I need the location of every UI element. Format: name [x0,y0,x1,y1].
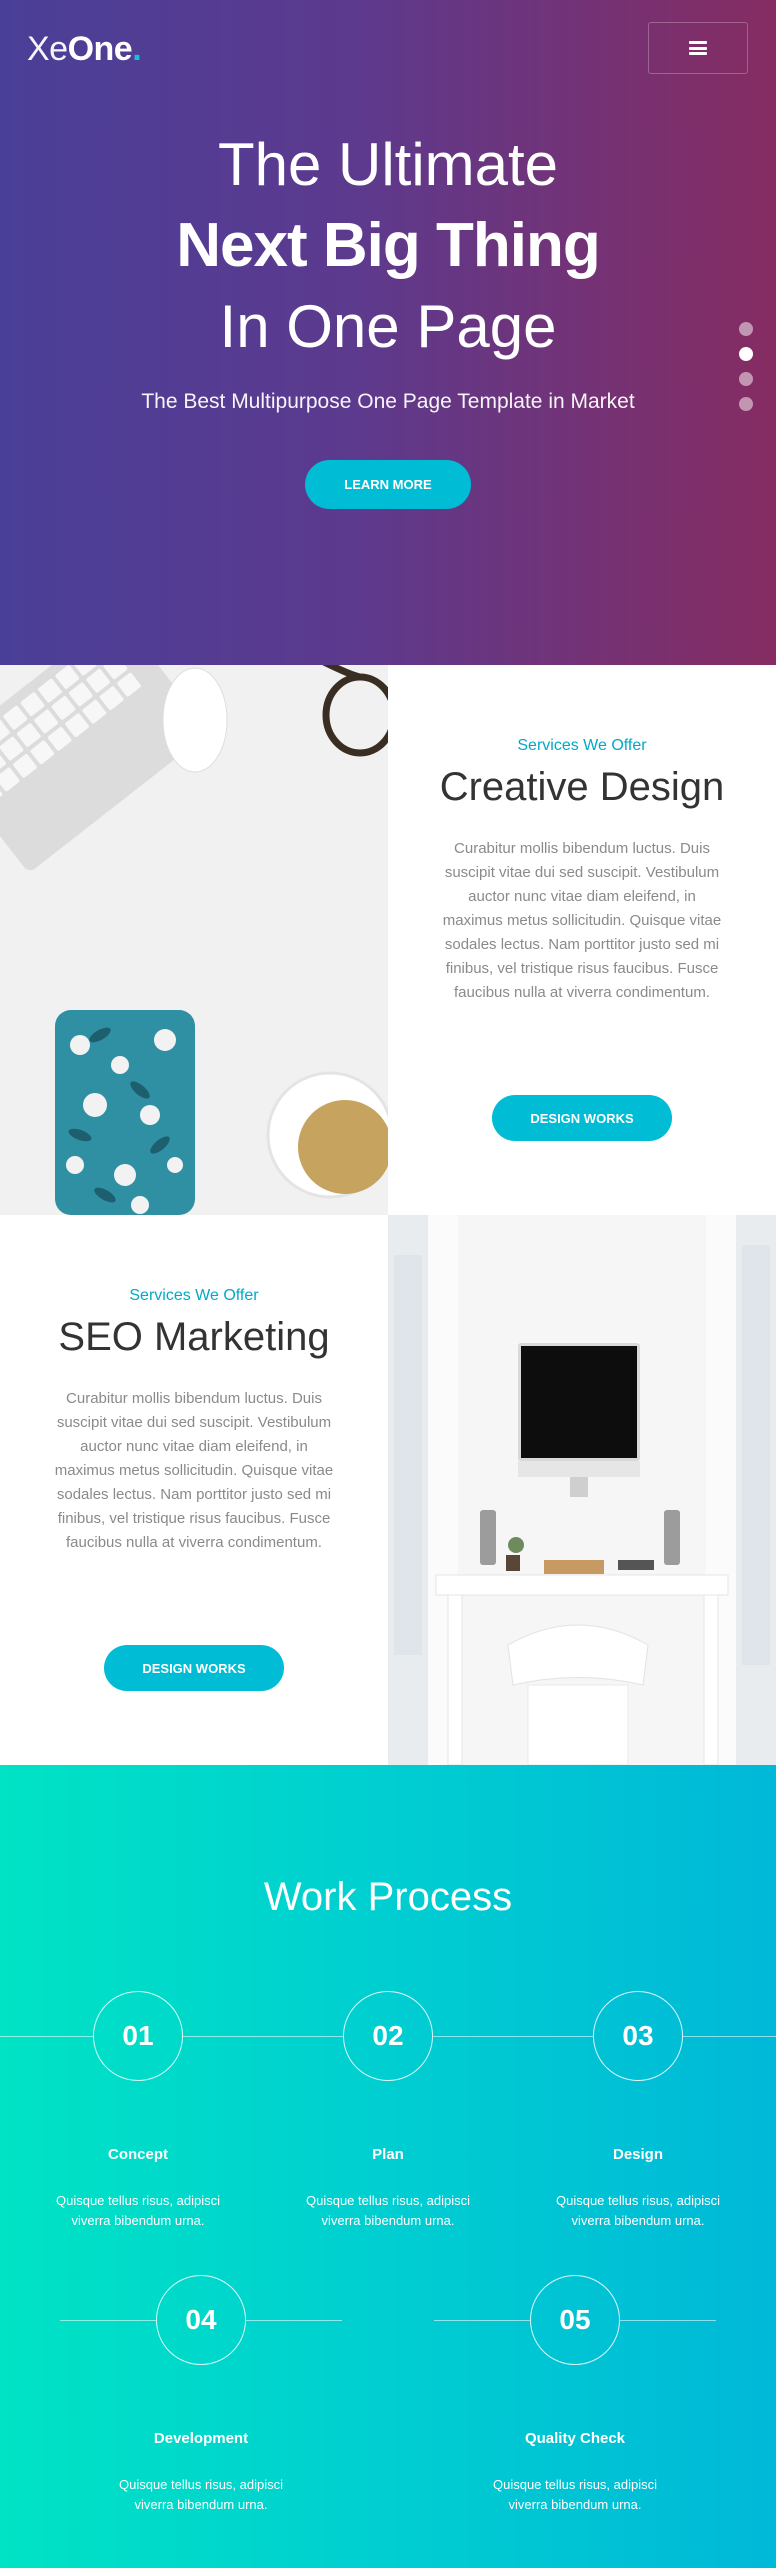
design-works-button[interactable]: DESIGN WORKS [104,1645,284,1691]
step-number: 02 [343,1991,433,2081]
process-step-1: 01 Concept Quisque tellus risus, adipisc… [23,1991,253,2231]
work-process-section: Work Process 01 Concept Quisque tellus r… [0,1765,776,2568]
slider-dot-2[interactable] [739,347,753,361]
process-step-2: 02 Plan Quisque tellus risus, adipisci v… [273,1991,503,2231]
workspace-computer-photo [388,1215,776,1765]
service-creative-design: Services We Offer Creative Design Curabi… [0,665,776,1215]
step-number: 05 [530,2275,620,2365]
service-seo-marketing: Services We Offer SEO Marketing Curabitu… [0,1215,776,1765]
service-title: Creative Design [439,765,725,809]
step-number: 01 [93,1991,183,2081]
process-step-4: 04 Development Quisque tellus risus, adi… [86,2275,316,2515]
step-number: 04 [156,2275,246,2365]
learn-more-button[interactable]: LEARN MORE [305,460,471,509]
service-kicker: Services We Offer [129,1287,259,1304]
service-title: SEO Marketing [58,1315,330,1359]
step-name: Development [153,2430,249,2447]
slider-dot-4[interactable] [739,397,753,411]
process-step-3: 03 Design Quisque tellus risus, adipisci… [523,1991,753,2231]
service-kicker: Services We Offer [517,737,647,754]
slider-dots [739,322,755,422]
logo-dot: . [132,30,142,68]
step-name: Concept [108,2146,168,2163]
step-description: Quisque tellus risus, adipisci viverra b… [55,2193,221,2228]
step-name: Design [612,2146,663,2163]
step-description: Quisque tellus risus, adipisci viverra b… [118,2477,284,2512]
desk-flatlay-photo [0,665,388,1215]
step-number: 03 [593,1991,683,2081]
service-description: Curabitur mollis bibendum luctus. Duis s… [442,840,722,1001]
service-description: Curabitur mollis bibendum luctus. Duis s… [54,1390,334,1551]
service-text-1: Services We Offer Creative Design Curabi… [388,665,776,1215]
logo-thin: Xe [27,30,68,68]
step-description: Quisque tellus risus, adipisci viverra b… [305,2193,471,2228]
slider-dot-3[interactable] [739,372,753,386]
service-text-2: Services We Offer SEO Marketing Curabitu… [0,1215,388,1765]
hero-title-line3: In One Page [219,293,557,360]
step-name: Quality Check [524,2430,626,2447]
work-process-title: Work Process [263,1875,513,1919]
slider-dot-1[interactable] [739,322,753,336]
logo[interactable]: XeOne. [27,30,142,69]
hamburger-icon [689,41,707,55]
hero-section: XeOne. The Ultimate Next Big Thing In On… [0,0,776,665]
menu-button[interactable] [648,22,748,74]
hero-title-line1: The Ultimate [217,131,559,198]
hero-title-line2: Next Big Thing [176,211,600,280]
step-name: Plan [372,2146,404,2163]
design-works-button[interactable]: DESIGN WORKS [492,1095,672,1141]
step-description: Quisque tellus risus, adipisci viverra b… [555,2193,721,2228]
process-step-5: 05 Quality Check Quisque tellus risus, a… [460,2275,690,2515]
logo-bold: One [67,30,133,68]
step-description: Quisque tellus risus, adipisci viverra b… [492,2477,658,2512]
hero-subtitle: The Best Multipurpose One Page Template … [141,390,635,413]
